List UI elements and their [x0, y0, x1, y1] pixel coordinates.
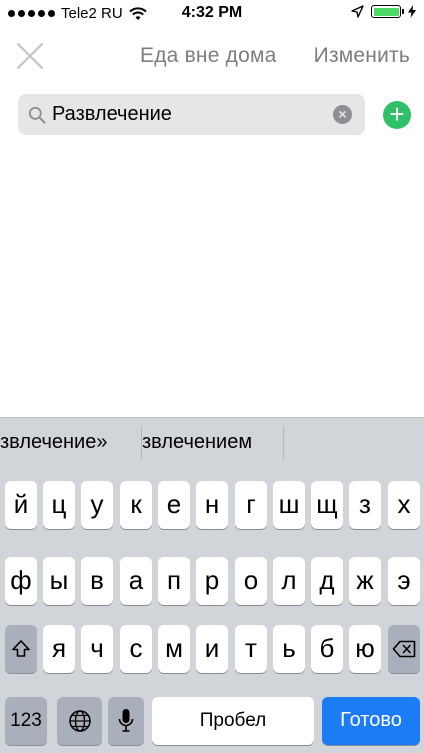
key[interactable]: е: [158, 481, 190, 529]
key[interactable]: д: [311, 557, 343, 605]
globe-key[interactable]: [57, 697, 102, 745]
key[interactable]: ч: [81, 625, 113, 673]
keyboard-row-2: ф ы в а п р о л д ж э: [0, 557, 424, 607]
page-title: Еда вне дома: [140, 44, 277, 67]
key[interactable]: л: [273, 557, 305, 605]
key[interactable]: н: [196, 481, 228, 529]
key[interactable]: п: [158, 557, 190, 605]
add-icon[interactable]: +: [383, 101, 411, 129]
microphone-icon: [118, 709, 134, 732]
status-bar: Tele2 RU 4:32 PM: [0, 0, 424, 28]
key[interactable]: ы: [43, 557, 75, 605]
key[interactable]: э: [388, 557, 420, 605]
dictation-key[interactable]: [108, 697, 144, 745]
key[interactable]: г: [235, 481, 267, 529]
backspace-key[interactable]: [388, 625, 420, 673]
shift-key[interactable]: [5, 625, 37, 673]
key[interactable]: с: [120, 625, 152, 673]
key[interactable]: в: [81, 557, 113, 605]
keyboard: звлечение» звлечением й ц у к е н г ш щ …: [0, 417, 424, 753]
key[interactable]: м: [158, 625, 190, 673]
charging-bolt-icon: [408, 5, 416, 18]
battery-icon: [371, 5, 404, 18]
key[interactable]: а: [120, 557, 152, 605]
key[interactable]: ю: [349, 625, 381, 673]
key[interactable]: ф: [5, 557, 37, 605]
numbers-key[interactable]: 123: [5, 697, 47, 745]
status-right: [351, 5, 416, 18]
key[interactable]: и: [196, 625, 228, 673]
key[interactable]: о: [235, 557, 267, 605]
shift-icon: [12, 640, 30, 657]
key[interactable]: ш: [273, 481, 305, 529]
key[interactable]: щ: [311, 481, 343, 529]
clear-icon[interactable]: ×: [333, 105, 352, 124]
close-icon[interactable]: [14, 40, 46, 72]
key[interactable]: т: [235, 625, 267, 673]
suggestion-3[interactable]: [284, 418, 424, 468]
backspace-icon: [392, 640, 416, 658]
suggestion-bar: звлечение» звлечением: [0, 417, 424, 467]
key[interactable]: ь: [273, 625, 305, 673]
key[interactable]: х: [388, 481, 420, 529]
suggestion-2[interactable]: звлечением: [142, 418, 283, 468]
edit-button[interactable]: Изменить: [314, 44, 410, 68]
keyboard-row-4: 123 Пробел Готово: [0, 697, 424, 747]
key[interactable]: я: [43, 625, 75, 673]
key[interactable]: ж: [349, 557, 381, 605]
location-arrow-icon: [351, 5, 364, 18]
key[interactable]: й: [5, 481, 37, 529]
search-input[interactable]: Развлечение ×: [18, 94, 365, 135]
key[interactable]: у: [81, 481, 113, 529]
search-value[interactable]: Развлечение: [52, 103, 172, 126]
search-row: Развлечение × +: [0, 84, 424, 144]
keyboard-row-3: я ч с м и т ь б ю: [0, 625, 424, 675]
keyboard-row-1: й ц у к е н г ш щ з х: [0, 481, 424, 531]
done-key[interactable]: Готово: [322, 697, 420, 745]
suggestion-1[interactable]: звлечение»: [0, 418, 141, 468]
key[interactable]: к: [120, 481, 152, 529]
navigation-bar: Еда вне дома Изменить: [0, 28, 424, 84]
key[interactable]: б: [311, 625, 343, 673]
key[interactable]: ц: [43, 481, 75, 529]
space-key[interactable]: Пробел: [152, 697, 314, 745]
key[interactable]: з: [349, 481, 381, 529]
key[interactable]: р: [196, 557, 228, 605]
search-icon: [28, 106, 46, 124]
globe-icon: [68, 710, 91, 732]
